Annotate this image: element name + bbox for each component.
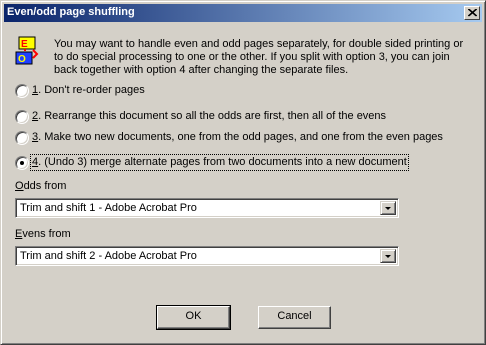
- odds-from-value: Trim and shift 1 - Adobe Acrobat Pro: [20, 202, 197, 214]
- evens-from-value: Trim and shift 2 - Adobe Acrobat Pro: [20, 250, 197, 262]
- odds-dropdown-button[interactable]: [380, 201, 396, 215]
- selected-dot: [20, 161, 24, 165]
- odd-even-pages-icon: E O: [15, 36, 39, 65]
- option-label[interactable]: 4. (Undo 3) merge alternate pages from t…: [30, 154, 409, 171]
- cancel-button[interactable]: Cancel: [258, 306, 331, 329]
- close-button[interactable]: [464, 6, 480, 20]
- svg-text:E: E: [21, 39, 28, 50]
- radio-button[interactable]: [15, 84, 29, 98]
- evens-dropdown-button[interactable]: [380, 249, 396, 263]
- chevron-down-icon: [385, 207, 391, 210]
- radio-button[interactable]: [15, 131, 29, 145]
- odds-from-select[interactable]: Trim and shift 1 - Adobe Acrobat Pro: [15, 198, 399, 218]
- evens-from-select[interactable]: Trim and shift 2 - Adobe Acrobat Pro: [15, 246, 399, 266]
- dialog-title: Even/odd page shuffling: [7, 6, 135, 18]
- option-label[interactable]: 1. Don't re-order pages: [32, 84, 145, 97]
- radio-button-selected[interactable]: [15, 156, 29, 170]
- odds-from-label: Odds from: [15, 180, 67, 192]
- close-icon: [468, 9, 477, 17]
- title-bar[interactable]: Even/odd page shuffling: [4, 4, 482, 22]
- radio-button[interactable]: [15, 110, 29, 124]
- intro-text: You may want to handle even and odd page…: [54, 38, 464, 76]
- option-label[interactable]: 3. Make two new documents, one from the …: [32, 131, 443, 144]
- chevron-down-icon: [385, 255, 391, 258]
- ok-button[interactable]: OK: [156, 305, 231, 330]
- svg-text:O: O: [18, 54, 26, 65]
- option-label[interactable]: 2. Rearrange this document so all the od…: [32, 110, 386, 123]
- evens-from-label: Evens from: [15, 228, 71, 240]
